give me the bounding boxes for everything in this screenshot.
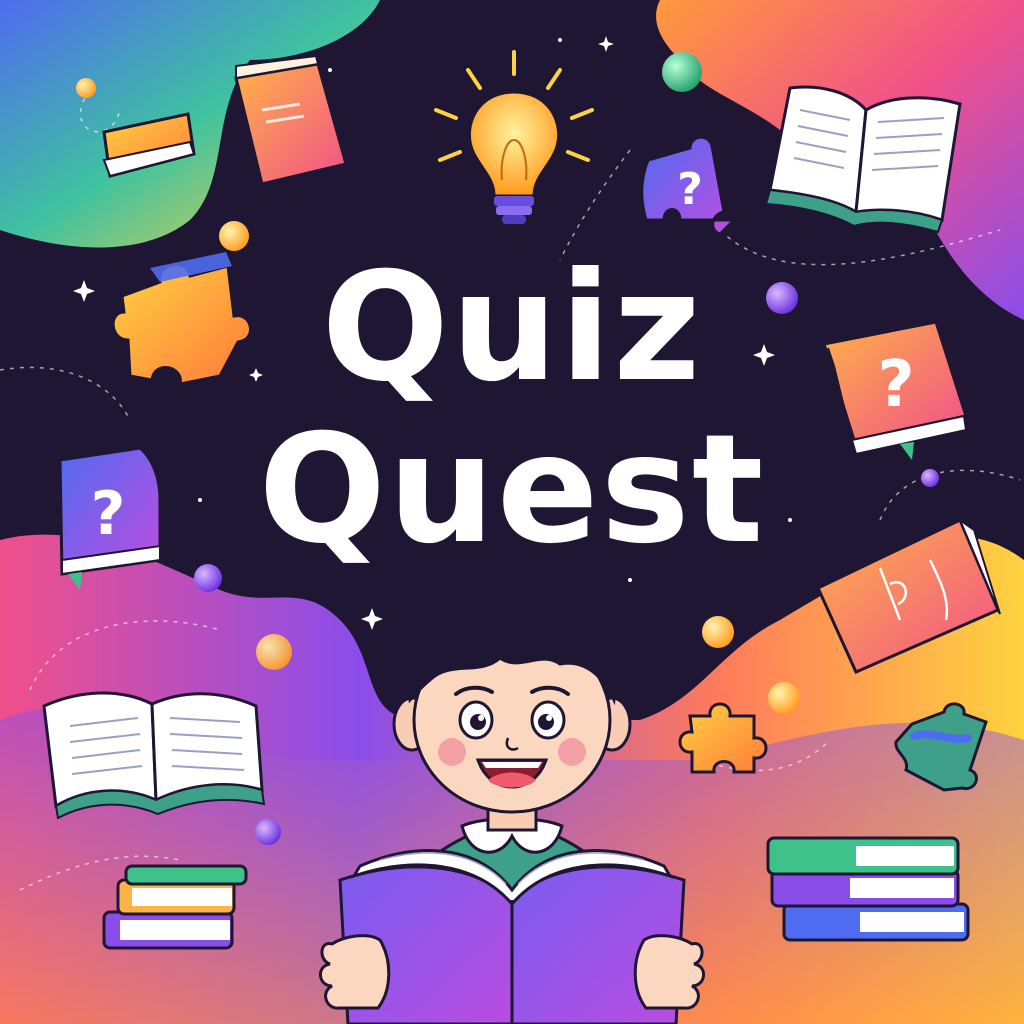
title-line-2: Quest (258, 403, 766, 577)
title-line-1: Quiz (321, 241, 703, 415)
orb-icon (76, 78, 96, 98)
boy-left-hand (319, 934, 391, 1010)
book-stack-icon (102, 864, 248, 950)
open-book-icon (42, 691, 266, 820)
boy-right-hand (633, 934, 705, 1010)
quiz-quest-poster: ? ? ? Quiz Quest (0, 0, 1024, 1024)
orb-icon (255, 819, 281, 845)
book-stack-icon (766, 836, 970, 942)
orb-icon (256, 634, 292, 670)
orb-icon (702, 616, 734, 648)
question-mark-icon: ? (677, 164, 703, 215)
orb-icon (662, 52, 702, 92)
orb-icon (219, 221, 249, 251)
orb-icon (768, 682, 800, 714)
